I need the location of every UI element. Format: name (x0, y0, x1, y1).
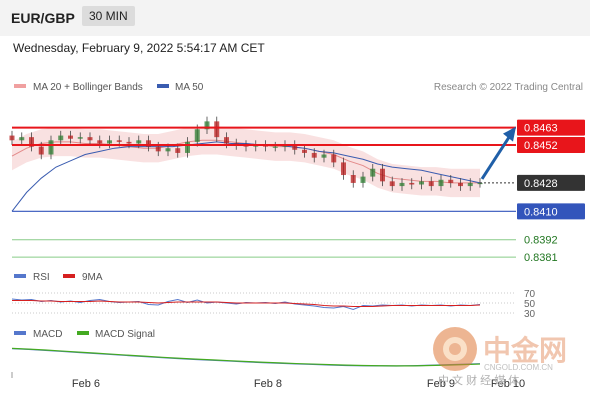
candle-body (175, 148, 181, 153)
watermark-url: CNGOLD.COM.CN (484, 363, 553, 372)
copyright-text: Research © 2022 Trading Central (434, 82, 583, 93)
macd-signal-legend-label: MACD Signal (95, 329, 155, 340)
candle-body (97, 140, 103, 144)
candle-body (448, 179, 454, 183)
candle-body (321, 154, 327, 158)
level-label-resistance: 0.8463 (524, 123, 558, 135)
candle-body (185, 141, 190, 153)
watermark-sub: 中 文 财 经 媒 体 (438, 373, 519, 387)
candle-body (19, 137, 25, 141)
level-label-target: 0.8392 (524, 235, 558, 247)
candle-body (272, 146, 278, 148)
candle-body (341, 162, 346, 176)
macd-panel (11, 347, 481, 367)
candle-body (77, 137, 83, 139)
macd-signal-legend-swatch (77, 331, 89, 335)
candle-body (214, 121, 220, 138)
macd-legend-swatch (14, 331, 26, 335)
candle-body (438, 179, 444, 187)
price-panel: 0.8463 0.8452 0.8428 0.8410 0.8392 0.8381 (9, 116, 585, 264)
candle-body (87, 137, 93, 141)
candle-body (419, 181, 424, 185)
x-tick-label: Feb 8 (254, 378, 282, 390)
candle-body (409, 182, 415, 185)
level-label-target: 0.8381 (524, 252, 558, 264)
candle-body (399, 182, 405, 187)
rsi-ma-legend-label: 9MA (82, 272, 103, 283)
level-label-current: 0.8428 (524, 178, 558, 190)
rsi-series-line (11, 298, 481, 311)
candle-body (331, 154, 337, 163)
candle-body (428, 181, 434, 187)
candle-body (380, 168, 385, 182)
candle-body (38, 146, 44, 155)
candle-body (311, 152, 317, 158)
level-label-resistance: 0.8452 (524, 140, 558, 152)
candle-body (224, 137, 229, 144)
candle-body (458, 182, 463, 187)
chart-canvas: MA 20 + Bollinger Bands MA 50 Research ©… (9, 82, 585, 390)
macd-series-line (11, 348, 481, 367)
rsi-ma-legend-swatch (63, 274, 75, 278)
macd-series-line (11, 347, 481, 367)
bollinger-band-area (12, 126, 480, 198)
candle-body (302, 149, 307, 153)
macd-legend-label: MACD (33, 329, 62, 340)
candle-body (48, 140, 54, 155)
candle-body (126, 141, 132, 144)
candle-body (58, 135, 64, 141)
ma20-legend-swatch (14, 84, 26, 88)
candle-body (107, 140, 112, 144)
candle-body (9, 135, 15, 141)
candle-body (360, 176, 366, 183)
candle-body (467, 182, 473, 187)
candle-body (350, 175, 356, 183)
candle-body (370, 168, 376, 177)
ma50-legend-label: MA 50 (175, 82, 204, 93)
rsi-legend-swatch (14, 274, 26, 278)
rsi-series-line (12, 300, 481, 307)
watermark-logo (433, 327, 477, 371)
ma50-legend-swatch (157, 84, 169, 88)
candle-body (68, 135, 73, 139)
candle-body (165, 148, 171, 152)
candle-body (136, 140, 142, 144)
rsi-legend-label: RSI (33, 272, 50, 283)
candle-body (389, 181, 395, 187)
forecast-arrow-head (503, 126, 516, 142)
candle-body (116, 140, 122, 142)
ma20-legend-label: MA 20 + Bollinger Bands (33, 82, 143, 93)
candle-body (155, 146, 161, 152)
forecast-arrow (480, 134, 512, 180)
rsi-tick: 30 (524, 309, 536, 320)
watermark-cn: 中金网 (483, 334, 567, 366)
candle-body (194, 129, 200, 142)
level-label-support: 0.8410 (524, 206, 558, 218)
x-tick-label: Feb 6 (72, 378, 100, 390)
rsi-panel: 705030 (11, 289, 536, 320)
